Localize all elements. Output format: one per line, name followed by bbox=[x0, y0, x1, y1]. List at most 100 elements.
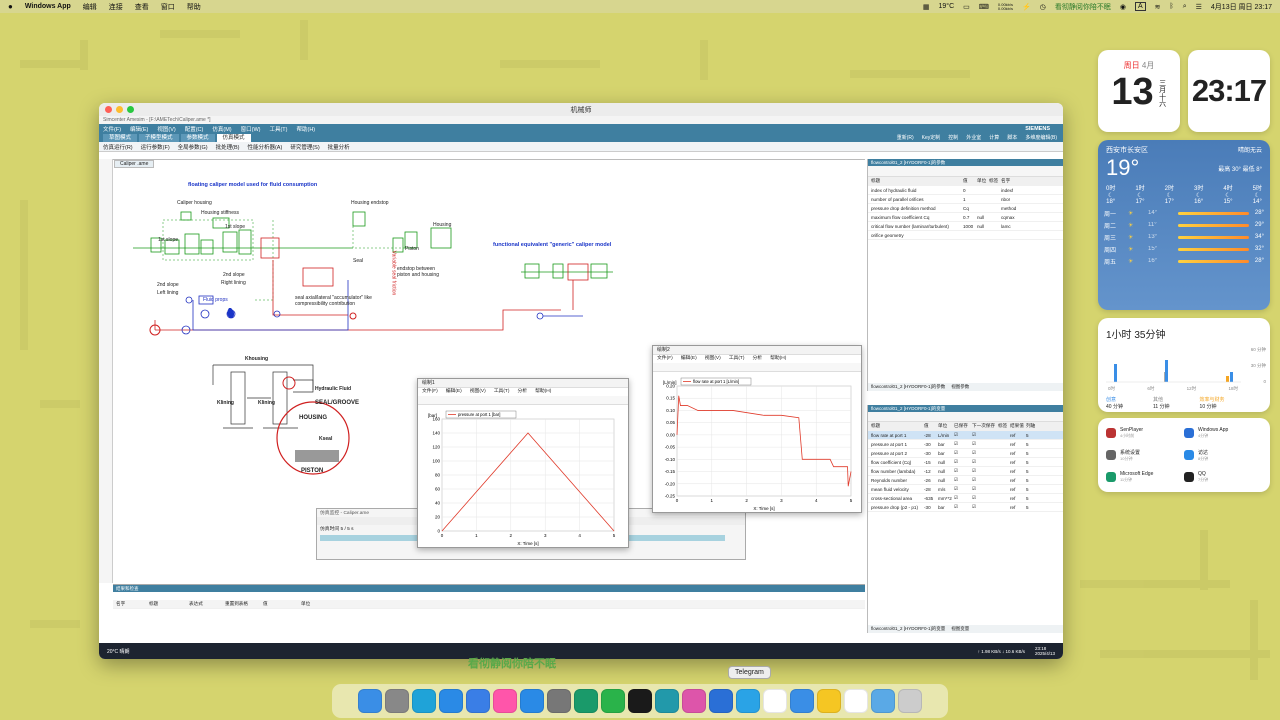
grid-icon[interactable]: ▦ bbox=[923, 3, 930, 11]
tool-key[interactable]: Key定制 bbox=[922, 134, 941, 141]
plot1-title[interactable]: 绘制1 bbox=[418, 379, 628, 388]
var-row[interactable]: flow coefficient (Cq) -15 null ☑ ☑ ref 5 bbox=[868, 458, 1063, 467]
var-nextsave-check[interactable]: ☑ bbox=[972, 450, 998, 456]
vcol-nextsave[interactable]: 下一次保存 bbox=[972, 423, 998, 429]
param-value[interactable]: 0.7 bbox=[963, 215, 977, 220]
app-usage-item[interactable]: SenPlayer 4小时前 bbox=[1106, 422, 1184, 444]
menubar-item-help[interactable]: 帮助 bbox=[187, 2, 201, 12]
rcol-name[interactable]: 名字 bbox=[113, 601, 149, 607]
plot2-menu-edit[interactable]: 编辑(E) bbox=[681, 355, 697, 363]
menu-help[interactable]: 帮助(H) bbox=[297, 125, 316, 133]
var-row[interactable]: pressure at port 1 -30 bar ☑ ☑ ref 5 bbox=[868, 440, 1063, 449]
app-usage-item[interactable]: 访达 8分钟 bbox=[1184, 444, 1262, 466]
btn-batch-analysis[interactable]: 批量分析 bbox=[328, 143, 350, 151]
var-nextsave-check[interactable]: ☑ bbox=[972, 504, 998, 510]
rcol-title[interactable]: 标题 bbox=[149, 601, 189, 607]
param-value[interactable]: 1 bbox=[963, 197, 977, 202]
param-row[interactable]: maximum flow coefficient Cq 0.7 null cqm… bbox=[868, 213, 1063, 222]
menu-edit[interactable]: 编辑(E) bbox=[130, 125, 148, 133]
tab-simulation[interactable]: 仿真模式 bbox=[216, 134, 251, 142]
app-usage-item[interactable]: 系统设置 10分钟 bbox=[1106, 444, 1184, 466]
var-row[interactable]: cross-sectional area -635 mm**2 ☑ ☑ ref … bbox=[868, 494, 1063, 503]
var-row[interactable]: flow number (lambda) -12 null ☑ ☑ ref 5 bbox=[868, 467, 1063, 476]
plot1-menu-file[interactable]: 文件(F) bbox=[422, 388, 438, 396]
vcol-axis[interactable]: 列轴 bbox=[1026, 423, 1035, 429]
mail-icon[interactable] bbox=[466, 689, 490, 713]
params-toolbar[interactable] bbox=[868, 166, 1063, 177]
var-saved-check[interactable]: ☑ bbox=[954, 441, 972, 447]
screentime-widget[interactable]: 1小时 35分钟 60 分钟 30 分钟 0 0时 6时 12时 18时 创意 40 分钟 … bbox=[1098, 318, 1270, 412]
windows-icon[interactable] bbox=[709, 689, 733, 713]
rcol-unit[interactable]: 单位 bbox=[301, 601, 310, 607]
menu-window[interactable]: 窗口(W) bbox=[241, 125, 261, 133]
tool-calc[interactable]: 计算 bbox=[989, 134, 999, 141]
params-tab-2[interactable]: 视图参数 bbox=[951, 384, 969, 390]
plot2-chart[interactable]: 0.200.150.100.050.00-0.05-0.10-0.15-0.20… bbox=[653, 372, 861, 512]
clock-icon[interactable]: ◷ bbox=[1040, 3, 1046, 11]
var-nextsave-check[interactable]: ☑ bbox=[972, 495, 998, 501]
game-icon[interactable] bbox=[682, 689, 706, 713]
tool-control[interactable]: 控制 bbox=[948, 134, 958, 141]
bluetooth-icon[interactable]: ᛒ bbox=[1170, 3, 1174, 10]
clock-widget[interactable]: 23:17 bbox=[1188, 50, 1270, 132]
col-unit[interactable]: 单位 bbox=[977, 178, 989, 184]
vcol-title[interactable]: 标题 bbox=[868, 423, 924, 429]
var-row[interactable]: pressure drop (p2 - p1) -30 bar ☑ ☑ ref … bbox=[868, 503, 1063, 512]
vars-toolbar[interactable] bbox=[868, 412, 1063, 422]
param-row[interactable]: orifice geometry bbox=[868, 231, 1063, 240]
status-text[interactable]: 看彻静阅你陪不眠 bbox=[1055, 2, 1111, 12]
plot2-menu-help[interactable]: 帮助(H) bbox=[770, 355, 786, 363]
var-saved-check[interactable]: ☑ bbox=[954, 486, 972, 492]
result-toolbar[interactable] bbox=[113, 592, 865, 600]
tool-outer[interactable]: 外业室 bbox=[966, 134, 981, 141]
apple-icon[interactable]: ● bbox=[8, 2, 13, 11]
menubar-datetime[interactable]: 4月13日 周日 23:17 bbox=[1211, 2, 1272, 12]
launchpad-icon[interactable] bbox=[385, 689, 409, 713]
plot1-menu-edit[interactable]: 编辑(E) bbox=[446, 388, 462, 396]
plot1-menu-view[interactable]: 视图(V) bbox=[470, 388, 486, 396]
var-row[interactable]: pressure at port 2 -30 bar ☑ ☑ ref 5 bbox=[868, 449, 1063, 458]
weather-icon[interactable] bbox=[790, 689, 814, 713]
window-titlebar[interactable]: 机械师 bbox=[99, 103, 1063, 116]
bulb-icon[interactable] bbox=[817, 689, 841, 713]
search-icon[interactable]: ⌕ bbox=[1183, 3, 1187, 11]
plot1-menu-analysis[interactable]: 分析 bbox=[517, 388, 527, 396]
var-saved-check[interactable]: ☑ bbox=[954, 477, 972, 483]
vars-tab-2[interactable]: 视图变量 bbox=[951, 626, 969, 632]
plot2-toolbar[interactable] bbox=[653, 363, 861, 372]
col-name[interactable]: 名字 bbox=[1001, 178, 1010, 184]
menubar-app-name[interactable]: Windows App bbox=[25, 3, 71, 10]
plot2-menu-view[interactable]: 视图(V) bbox=[705, 355, 721, 363]
var-row[interactable]: mean fluid velocity -28 m/s ☑ ☑ ref 5 bbox=[868, 485, 1063, 494]
bird-icon[interactable] bbox=[655, 689, 679, 713]
taskbar-clock[interactable]: 23:18 2025/4/13 bbox=[1035, 646, 1055, 656]
keyboard-icon[interactable]: ⌨ bbox=[979, 3, 989, 11]
vcol-value[interactable]: 值 bbox=[924, 423, 938, 429]
menu-config[interactable]: 配置(C) bbox=[185, 125, 204, 133]
weather-widget[interactable]: 西安市长安区 晴朗无云 19° 最高 30° 最低 8° 0时 ☾ 18° 1时 ☾ 17… bbox=[1098, 140, 1270, 310]
plot1-chart[interactable]: 0204060801001201401600 1 2 3 4 5pressure at p… bbox=[418, 405, 628, 547]
vars-tab-1[interactable]: flowcontrol01_2 [HYDORF0-1]的变量 bbox=[871, 626, 945, 632]
var-nextsave-check[interactable]: ☑ bbox=[972, 477, 998, 483]
user-icon[interactable]: ◉ bbox=[1120, 3, 1126, 11]
safari-icon[interactable] bbox=[439, 689, 463, 713]
var-saved-check[interactable]: ☑ bbox=[954, 495, 972, 501]
param-value[interactable]: Cq bbox=[963, 206, 977, 211]
menu-view[interactable]: 视图(V) bbox=[157, 125, 175, 133]
var-row[interactable]: flow rate at port 1 -28 L/min ☑ ☑ ref 5 bbox=[868, 431, 1063, 440]
var-nextsave-check[interactable]: ☑ bbox=[972, 441, 998, 447]
display-icon[interactable]: ▭ bbox=[963, 3, 970, 11]
var-saved-check[interactable]: ☑ bbox=[954, 450, 972, 456]
chrome-icon[interactable] bbox=[763, 689, 787, 713]
input-method[interactable]: A bbox=[1134, 2, 1146, 11]
app-usage-item[interactable]: Windows App 4分钟 bbox=[1184, 422, 1262, 444]
edge-icon[interactable] bbox=[412, 689, 436, 713]
left-toolbox[interactable] bbox=[99, 159, 113, 583]
finder-icon[interactable] bbox=[358, 689, 382, 713]
telegram-icon[interactable] bbox=[736, 689, 760, 713]
control-center-icon[interactable]: ☰ bbox=[1196, 3, 1202, 11]
param-row[interactable]: critical flow number (laminar/turbulent)… bbox=[868, 222, 1063, 231]
var-nextsave-check[interactable]: ☑ bbox=[972, 432, 998, 438]
rcol-expr[interactable]: 表达式 bbox=[189, 601, 225, 607]
var-saved-check[interactable]: ☑ bbox=[954, 504, 972, 510]
